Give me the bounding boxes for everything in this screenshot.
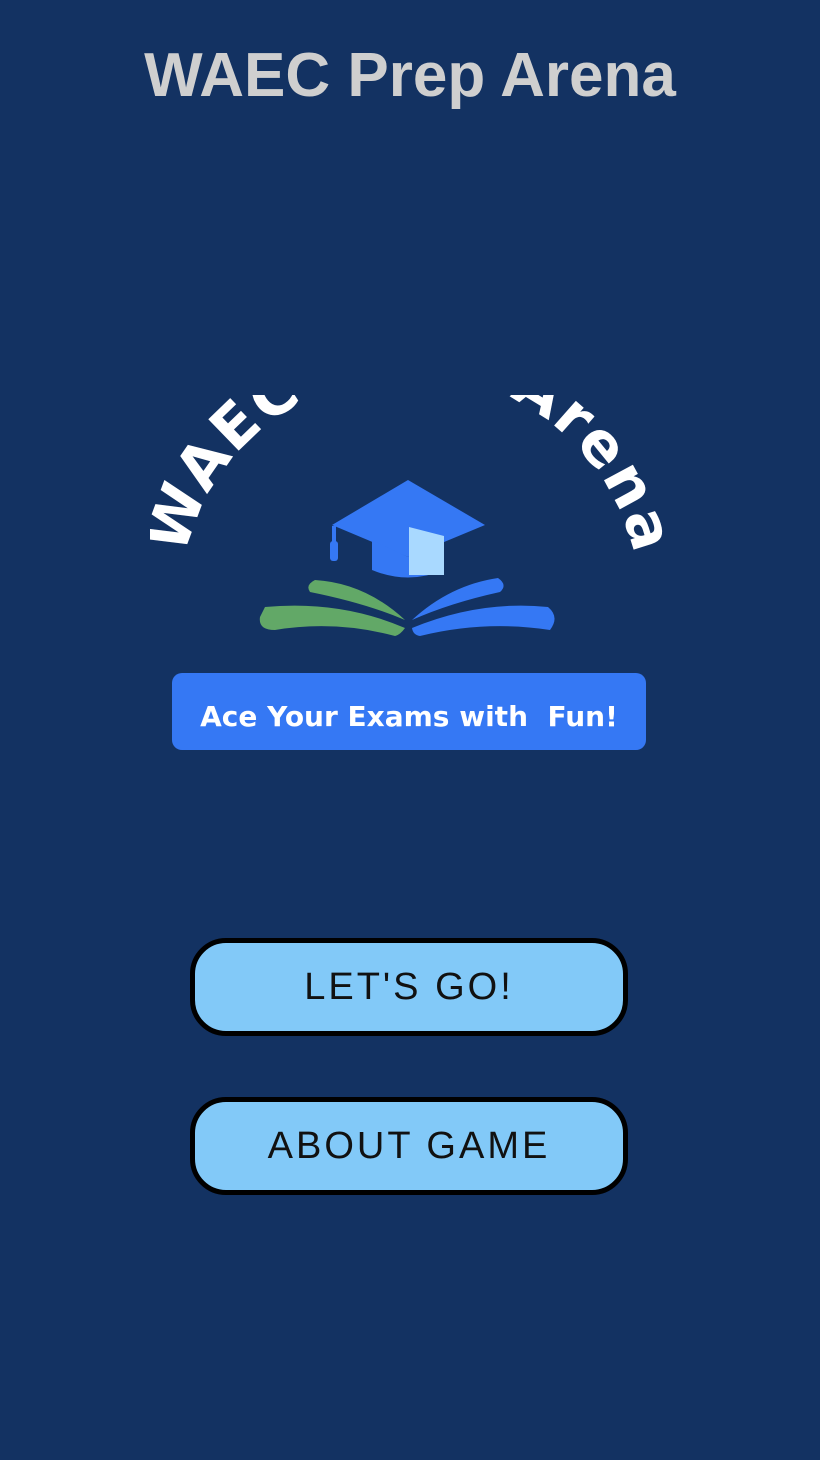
tagline-text: Ace Your Exams with Fun!: [200, 700, 618, 733]
app-logo: WAEC Prep Arena Ace Your Exams with Fun!: [150, 395, 670, 765]
app-title: WAEC Prep Arena: [144, 41, 676, 110]
book-icon: [259, 578, 555, 636]
logo-graphic: WAEC Prep Arena Ace Your Exams with Fun!: [150, 395, 670, 750]
about-game-button-label: ABOUT GAME: [267, 1124, 551, 1167]
about-game-button[interactable]: ABOUT GAME: [190, 1097, 628, 1195]
lets-go-button[interactable]: LET'S GO!: [190, 938, 628, 1036]
tagline-banner: Ace Your Exams with Fun!: [172, 673, 646, 750]
lets-go-button-label: LET'S GO!: [304, 965, 514, 1008]
graduation-cap-icon: [330, 480, 485, 578]
